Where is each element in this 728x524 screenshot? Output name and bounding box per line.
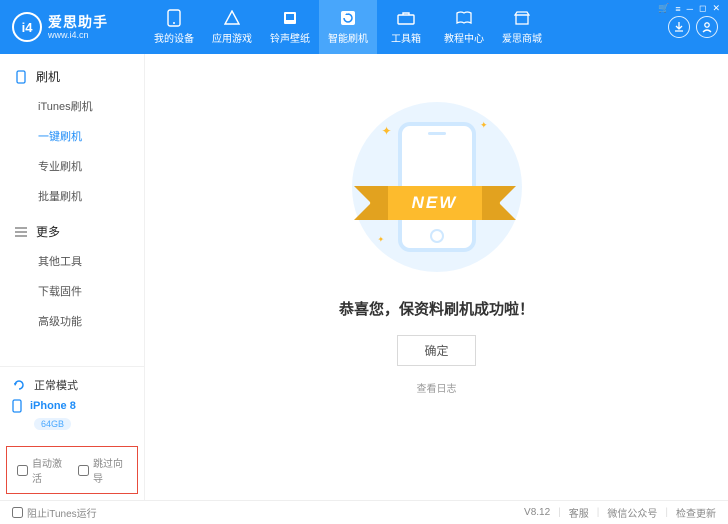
device-name: iPhone 8 xyxy=(30,400,76,412)
close-icon[interactable]: ✕ xyxy=(712,3,720,14)
sidebar-item-other-tools[interactable]: 其他工具 xyxy=(0,246,144,276)
flash-options-box: 自动激活 跳过向导 xyxy=(6,446,138,494)
nav-my-device[interactable]: 我的设备 xyxy=(145,0,203,54)
header: i4 爱思助手 www.i4.cn 我的设备 应用游戏 铃声壁纸 智能刷机 xyxy=(0,0,728,54)
refresh-icon xyxy=(339,10,357,26)
nav-label: 我的设备 xyxy=(154,30,194,45)
nav-label: 应用游戏 xyxy=(212,30,252,45)
brand-name: 爱思助手 xyxy=(48,15,108,29)
nav-ringtones[interactable]: 铃声壁纸 xyxy=(261,0,319,54)
shop-icon xyxy=(513,10,531,26)
main-content: ✦ ✦ ✦ NEW 恭喜您，保资料刷机成功啦！ 确定 查看日志 xyxy=(145,54,728,500)
device-row[interactable]: iPhone 8 xyxy=(12,399,132,413)
sidebar-group-title: 刷机 xyxy=(36,68,60,85)
user-button[interactable] xyxy=(696,16,718,38)
nav-label: 爱思商城 xyxy=(502,30,542,45)
new-ribbon: NEW xyxy=(370,186,500,220)
nav-flash[interactable]: 智能刷机 xyxy=(319,0,377,54)
auto-activate-checkbox[interactable]: 自动激活 xyxy=(17,455,66,485)
sidebar-item-download-firmware[interactable]: 下载固件 xyxy=(0,276,144,306)
brand: i4 爱思助手 www.i4.cn xyxy=(0,12,145,42)
download-button[interactable] xyxy=(668,16,690,38)
nav-shop[interactable]: 爱思商城 xyxy=(493,0,551,54)
version-label: V8.12 xyxy=(524,507,550,518)
sidebar-item-pro-flash[interactable]: 专业刷机 xyxy=(0,151,144,181)
window-controls: 🛒 ≡ ─ ◻ ✕ xyxy=(658,3,720,14)
minimize-icon[interactable]: ─ xyxy=(687,4,693,14)
maximize-icon[interactable]: ◻ xyxy=(699,3,706,14)
nav-label: 智能刷机 xyxy=(328,30,368,45)
success-message: 恭喜您，保资料刷机成功啦！ xyxy=(339,298,534,319)
nav: 我的设备 应用游戏 铃声壁纸 智能刷机 工具箱 教程中心 xyxy=(145,0,668,54)
device-icon xyxy=(165,10,183,26)
sidebar-group-more: 更多 xyxy=(0,217,144,246)
nav-apps[interactable]: 应用游戏 xyxy=(203,0,261,54)
sidebar-status-panel: 正常模式 iPhone 8 64GB xyxy=(0,366,144,440)
phone-icon xyxy=(12,399,22,413)
storage-badge: 64GB xyxy=(34,418,71,430)
skip-wizard-checkbox[interactable]: 跳过向导 xyxy=(78,455,127,485)
list-icon xyxy=(14,227,28,237)
sidebar-group-title: 更多 xyxy=(36,223,60,240)
nav-label: 教程中心 xyxy=(444,30,484,45)
success-illustration: ✦ ✦ ✦ NEW xyxy=(352,102,522,272)
nav-label: 工具箱 xyxy=(391,30,421,45)
sidebar-item-one-click-flash[interactable]: 一键刷机 xyxy=(0,121,144,151)
apps-icon xyxy=(223,10,241,26)
book-icon xyxy=(455,10,473,26)
nav-tutorials[interactable]: 教程中心 xyxy=(435,0,493,54)
header-right xyxy=(668,16,728,38)
toolbox-icon xyxy=(397,10,415,26)
sidebar-item-itunes-flash[interactable]: iTunes刷机 xyxy=(0,91,144,121)
music-icon xyxy=(281,10,299,26)
footer: 阻止iTunes运行 V8.12 | 客服 | 微信公众号 | 检查更新 xyxy=(0,500,728,524)
cart-icon[interactable]: 🛒 xyxy=(658,3,669,14)
sidebar-item-batch-flash[interactable]: 批量刷机 xyxy=(0,181,144,211)
sidebar-group-flash: 刷机 xyxy=(0,62,144,91)
sync-icon xyxy=(12,378,26,392)
nav-label: 铃声壁纸 xyxy=(270,30,310,45)
block-itunes-checkbox[interactable]: 阻止iTunes运行 xyxy=(12,505,97,520)
brand-url: www.i4.cn xyxy=(48,31,108,40)
mode-row[interactable]: 正常模式 xyxy=(12,377,132,393)
brand-logo: i4 xyxy=(12,12,42,42)
sidebar: 刷机 iTunes刷机 一键刷机 专业刷机 批量刷机 更多 其他工具 下载固件 … xyxy=(0,54,145,500)
support-link[interactable]: 客服 xyxy=(569,505,589,520)
nav-toolbox[interactable]: 工具箱 xyxy=(377,0,435,54)
phone-icon xyxy=(14,70,28,84)
ok-button[interactable]: 确定 xyxy=(397,335,475,366)
mode-label: 正常模式 xyxy=(34,377,78,393)
wechat-link[interactable]: 微信公众号 xyxy=(607,505,657,520)
view-log-link[interactable]: 查看日志 xyxy=(417,380,457,395)
sidebar-item-advanced[interactable]: 高级功能 xyxy=(0,306,144,336)
menu-icon[interactable]: ≡ xyxy=(675,4,680,14)
check-update-link[interactable]: 检查更新 xyxy=(676,505,716,520)
